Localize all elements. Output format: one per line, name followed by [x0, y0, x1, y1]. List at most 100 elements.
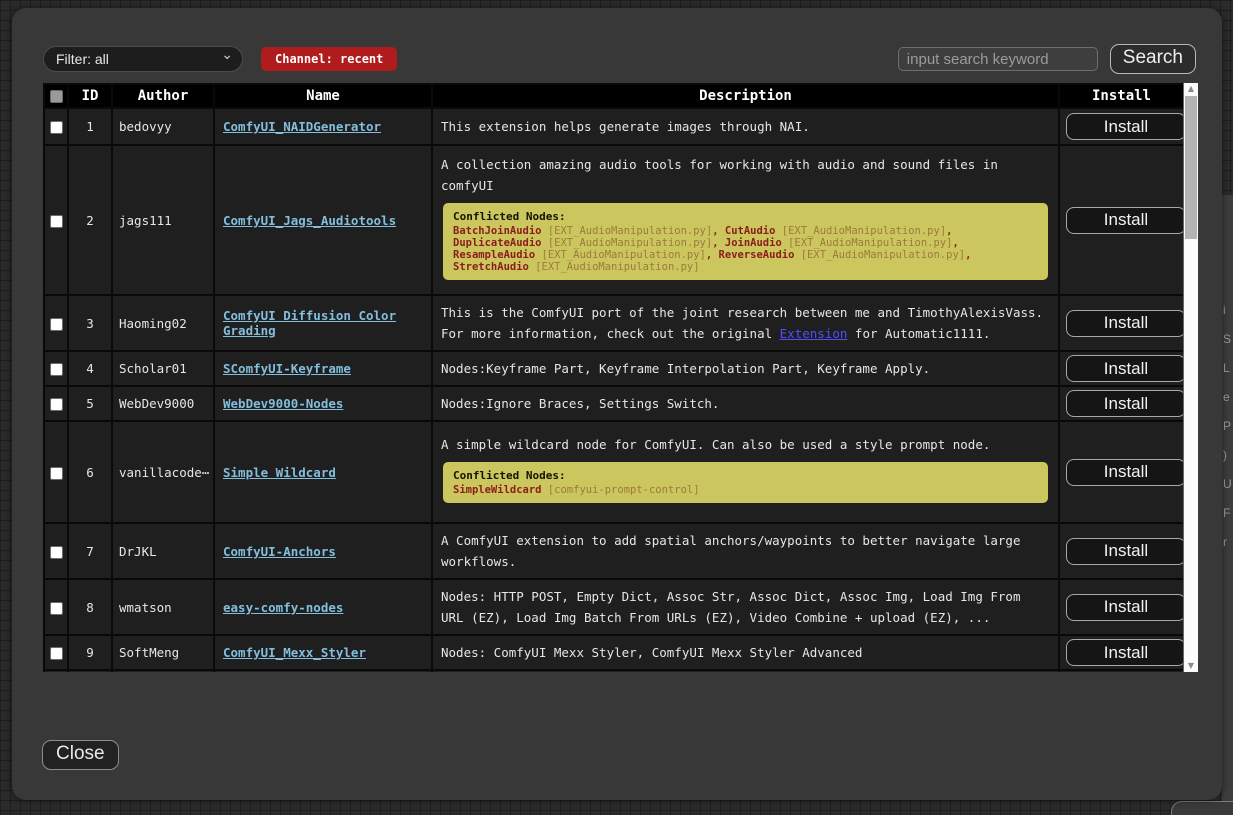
extension-name-link[interactable]: SComfyUI-Keyframe [223, 361, 351, 376]
conflicted-node-source: [EXT_AudioManipulation.py] [548, 225, 712, 237]
install-button[interactable]: Install [1066, 594, 1183, 621]
install-button[interactable]: Install [1066, 310, 1183, 337]
cell-id: 10 [68, 670, 112, 672]
cell-name: ComfyUI_Mexx_Styler [214, 635, 432, 670]
conflict-separator: , [946, 225, 952, 237]
conflict-separator: , [965, 249, 971, 261]
conflicted-node-name: DuplicateAudio [453, 237, 542, 249]
row-checkbox[interactable] [50, 546, 63, 559]
table-header-row: ID Author Name Description Install [44, 84, 1183, 108]
row-checkbox-cell [44, 351, 68, 386]
row-checkbox[interactable] [50, 318, 63, 331]
conflicted-nodes-title: Conflicted Nodes: [453, 469, 1038, 482]
cell-description: This extension helps generate images thr… [432, 108, 1059, 145]
cell-description: Nodes: ComfyUI Mexx Styler, ComfyUI Mexx… [432, 635, 1059, 670]
conflicted-node-source: [EXT_AudioManipulation.py] [548, 237, 712, 249]
cell-install: Install [1059, 635, 1183, 670]
search-input[interactable] [898, 47, 1098, 71]
row-checkbox-cell [44, 579, 68, 635]
table-row: 9SoftMengComfyUI_Mexx_StylerNodes: Comfy… [44, 635, 1183, 670]
table-row: 5WebDev9000WebDev9000-NodesNodes:Ignore … [44, 386, 1183, 421]
cell-install: Install [1059, 108, 1183, 145]
row-checkbox-cell [44, 421, 68, 523]
toolbar: Filter: all ⌄ Channel: recent Search [43, 44, 1196, 74]
cell-description: A ComfyUI extension to add spatial ancho… [432, 523, 1059, 579]
extension-name-link[interactable]: easy-comfy-nodes [223, 600, 343, 615]
install-button[interactable]: Install [1066, 113, 1183, 140]
table-row: 1bedovyyComfyUI_NAIDGeneratorThis extens… [44, 108, 1183, 145]
cell-install: Install [1059, 579, 1183, 635]
extension-name-link[interactable]: WebDev9000-Nodes [223, 396, 343, 411]
conflict-separator: , [712, 225, 725, 237]
header-id: ID [68, 84, 112, 108]
extension-name-link[interactable]: ComfyUI-Anchors [223, 544, 336, 559]
cell-install: Install [1059, 145, 1183, 295]
row-checkbox[interactable] [50, 647, 63, 660]
row-checkbox-cell [44, 670, 68, 672]
install-button[interactable]: Install [1066, 390, 1183, 417]
install-button[interactable]: Install [1066, 459, 1183, 486]
table-scrollbar[interactable]: ▲ ▼ [1183, 83, 1198, 672]
cell-name: easy-comfy-nodes [214, 579, 432, 635]
header-checkbox-cell [44, 84, 68, 108]
cell-author: DrJKL [112, 523, 214, 579]
cell-install: Install [1059, 670, 1183, 672]
cell-name: ComfyUI Yolov8 [214, 670, 432, 672]
table-row: 10zcfrank1stComfyUI Yolov8Nodes: Yolov8D… [44, 670, 1183, 672]
cell-id: 5 [68, 386, 112, 421]
extension-name-link[interactable]: ComfyUI_Mexx_Styler [223, 645, 366, 660]
conflicted-node-source: [EXT_AudioManipulation.py] [801, 249, 965, 261]
cell-description: This is the ComfyUI port of the joint re… [432, 295, 1059, 351]
close-button[interactable]: Close [42, 740, 119, 770]
extension-name-link[interactable]: ComfyUI Diffusion Color Grading [223, 308, 396, 338]
channel-badge[interactable]: Channel: recent [261, 47, 397, 71]
install-button[interactable]: Install [1066, 355, 1183, 382]
background-menu-text-fragment: e [1223, 390, 1230, 404]
cell-author: SoftMeng [112, 635, 214, 670]
scroll-down-icon[interactable]: ▼ [1184, 660, 1198, 672]
install-button[interactable]: Install [1066, 538, 1183, 565]
description-inline-link[interactable]: Extension [780, 326, 848, 341]
row-checkbox[interactable] [50, 215, 63, 228]
cell-install: Install [1059, 386, 1183, 421]
cell-install: Install [1059, 421, 1183, 523]
cell-name: ComfyUI Diffusion Color Grading [214, 295, 432, 351]
row-checkbox[interactable] [50, 398, 63, 411]
row-checkbox[interactable] [50, 602, 63, 615]
cell-id: 6 [68, 421, 112, 523]
background-menu-text-fragment: F [1223, 506, 1230, 520]
cell-name: ComfyUI_Jags_Audiotools [214, 145, 432, 295]
install-button[interactable]: Install [1066, 207, 1183, 234]
row-checkbox-cell [44, 108, 68, 145]
cell-id: 4 [68, 351, 112, 386]
cell-id: 3 [68, 295, 112, 351]
conflicted-node-name: JoinAudio [725, 237, 782, 249]
row-checkbox[interactable] [50, 121, 63, 134]
extensions-table-zone: ID Author Name Description Install 1bedo… [43, 83, 1198, 672]
row-checkbox[interactable] [50, 467, 63, 480]
conflicted-node-name: ReverseAudio [719, 249, 795, 261]
cell-author: vanillacode⋯ [112, 421, 214, 523]
conflict-separator: , [712, 237, 725, 249]
extension-name-link[interactable]: ComfyUI_Jags_Audiotools [223, 213, 396, 228]
conflicted-nodes-box: Conflicted Nodes:BatchJoinAudio [EXT_Aud… [443, 203, 1048, 280]
cell-description: A simple wildcard node for ComfyUI. Can … [432, 421, 1059, 523]
row-checkbox[interactable] [50, 363, 63, 376]
select-all-checkbox[interactable] [50, 90, 63, 103]
extension-name-link[interactable]: Simple Wildcard [223, 465, 336, 480]
table-row: 4Scholar01SComfyUI-KeyframeNodes:Keyfram… [44, 351, 1183, 386]
scroll-up-icon[interactable]: ▲ [1184, 83, 1198, 95]
cell-author: bedovyy [112, 108, 214, 145]
filter-select[interactable]: Filter: all [43, 46, 243, 72]
conflict-separator: , [706, 249, 719, 261]
cell-name: WebDev9000-Nodes [214, 386, 432, 421]
search-button[interactable]: Search [1110, 44, 1196, 74]
conflicted-node-name: StretchAudio [453, 261, 529, 273]
cell-id: 2 [68, 145, 112, 295]
install-button[interactable]: Install [1066, 639, 1183, 666]
background-menu-text-fragment: P [1223, 419, 1231, 433]
scrollbar-thumb[interactable] [1185, 96, 1197, 239]
extension-name-link[interactable]: ComfyUI_NAIDGenerator [223, 119, 381, 134]
cell-name: SComfyUI-Keyframe [214, 351, 432, 386]
cell-description: Nodes: Yolov8Detection, Yolov8Segmentati… [432, 670, 1059, 672]
